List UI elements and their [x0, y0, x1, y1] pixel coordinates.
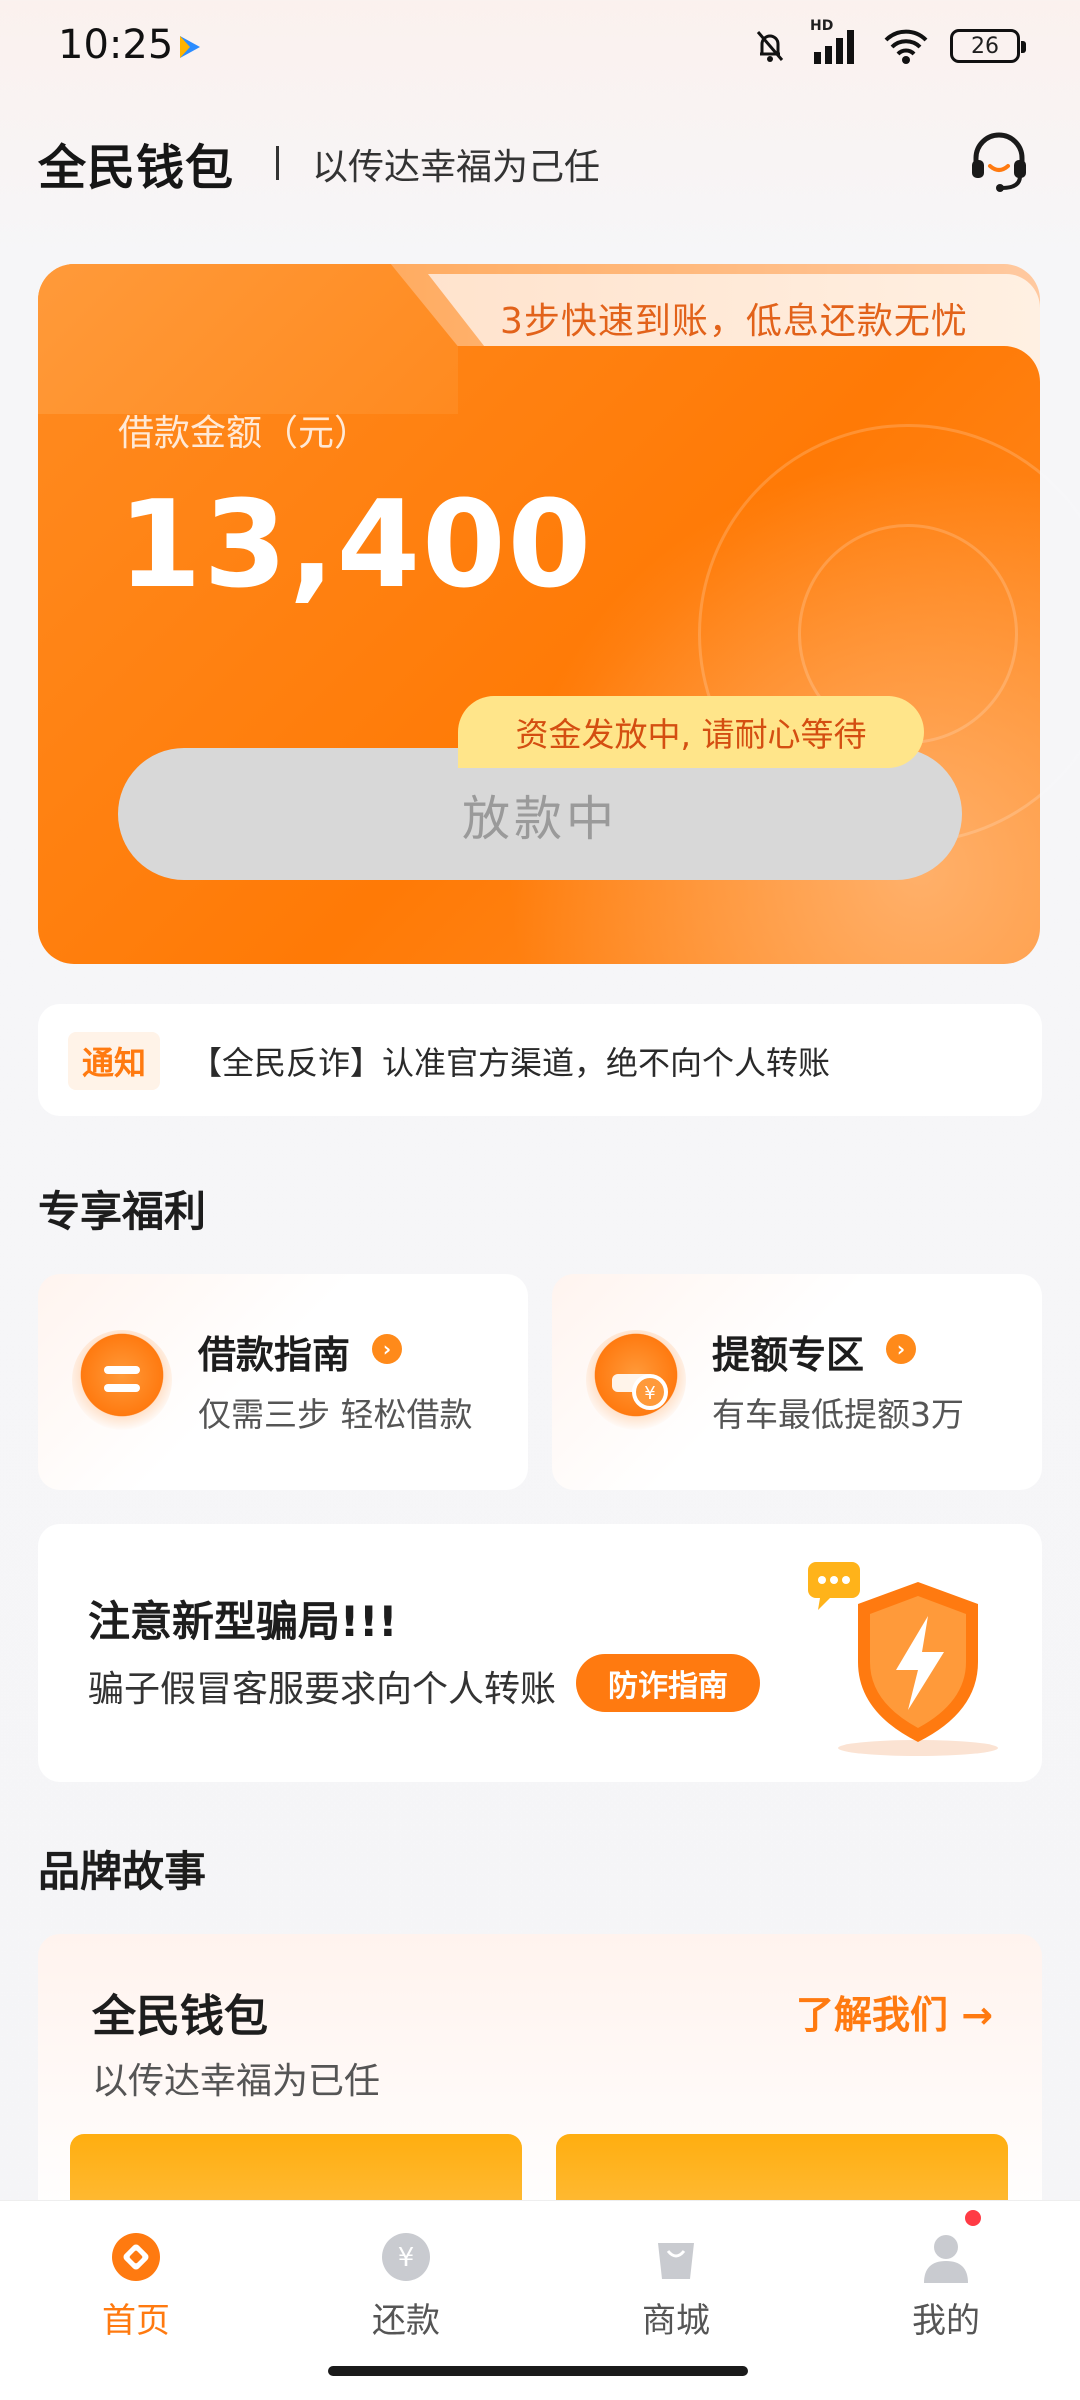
notice-text: 【全民反诈】认准官方渠道，绝不向个人转账	[190, 1044, 831, 1082]
benefit-title: 提额专区	[712, 1333, 865, 1377]
signal-icon: HD	[810, 18, 862, 66]
chevron-right-icon: ›	[372, 1334, 402, 1364]
svg-text:¥: ¥	[644, 1383, 655, 1404]
customer-service-icon[interactable]	[966, 128, 1032, 194]
anti-fraud-guide-button[interactable]: 防诈指南	[576, 1654, 760, 1712]
loan-guide-icon	[72, 1330, 172, 1430]
shopping-bag-icon	[658, 2243, 694, 2279]
notice-bar[interactable]: 通知 【全民反诈】认准官方渠道，绝不向个人转账	[38, 1004, 1042, 1116]
nav-label: 商城	[642, 2301, 710, 2341]
app-notification-icon	[180, 36, 200, 58]
user-icon	[924, 2235, 968, 2283]
fraud-description: 骗子假冒客服要求向个人转账	[88, 1669, 557, 1710]
benefit-title: 借款指南	[198, 1333, 351, 1377]
notification-dot	[962, 2207, 984, 2229]
notice-tag: 通知	[68, 1032, 160, 1090]
battery-level: 26	[971, 33, 999, 59]
loan-amount: 13,400	[118, 476, 594, 615]
status-icons: HD 26	[750, 18, 1026, 66]
benefit-limit-increase[interactable]: ¥ 提额专区 › 有车最低提额3万	[552, 1274, 1042, 1490]
wifi-icon	[884, 29, 928, 64]
card-tab-left	[38, 264, 458, 414]
brand-story-section-title: 品牌故事	[38, 1847, 207, 1896]
story-title: 全民钱包	[92, 1991, 268, 2042]
disbursing-tip: 资金发放中, 请耐心等待	[458, 696, 924, 768]
brand-slogan: 以传达幸福为己任	[312, 147, 601, 188]
header-divider	[276, 146, 279, 180]
chevron-right-icon: ›	[886, 1334, 916, 1364]
benefits-section-title: 专享福利	[38, 1187, 207, 1236]
benefit-subtitle: 有车最低提额3万	[712, 1395, 964, 1434]
svg-text:¥: ¥	[398, 2243, 415, 2273]
story-subtitle: 以传达幸福为已任	[92, 2061, 381, 2102]
home-icon	[112, 2233, 160, 2281]
battery-icon: 26	[950, 29, 1026, 63]
benefit-loan-guide[interactable]: 借款指南 › 仅需三步 轻松借款	[38, 1274, 528, 1490]
nav-profile[interactable]: 我的	[846, 2229, 1046, 2349]
nav-mall[interactable]: 商城	[576, 2229, 776, 2349]
nav-label: 首页	[102, 2301, 170, 2341]
nav-repay[interactable]: ¥ 还款	[306, 2229, 506, 2349]
loan-card: 3步快速到账，低息还款无忧 借款金额（元） 13,400 放款中 资金发放中, …	[38, 264, 1080, 964]
car-loan-icon: ¥	[586, 1330, 686, 1430]
brand-name: 全民钱包	[38, 140, 235, 196]
loan-amount-label: 借款金额（元）	[118, 413, 371, 454]
fraud-title: 注意新型骗局!!!	[88, 1597, 398, 1646]
card-tab-text: 3步快速到账，低息还款无忧	[500, 301, 968, 342]
mute-bell-icon	[756, 31, 784, 62]
fraud-warning-card[interactable]: 注意新型骗局!!! 骗子假冒客服要求向个人转账 防诈指南	[38, 1524, 1042, 1782]
nav-home[interactable]: 首页	[36, 2229, 236, 2349]
benefit-subtitle: 仅需三步 轻松借款	[198, 1395, 473, 1434]
status-time: 10:25	[58, 22, 174, 68]
nav-label: 还款	[372, 2301, 440, 2341]
nav-label: 我的	[912, 2301, 980, 2341]
home-indicator	[328, 2366, 748, 2376]
shield-icon	[808, 1562, 998, 1756]
yuan-coin-icon: ¥	[382, 2233, 430, 2281]
about-us-link[interactable]: 了解我们 →	[796, 1984, 993, 2039]
network-type: HD	[810, 18, 834, 34]
